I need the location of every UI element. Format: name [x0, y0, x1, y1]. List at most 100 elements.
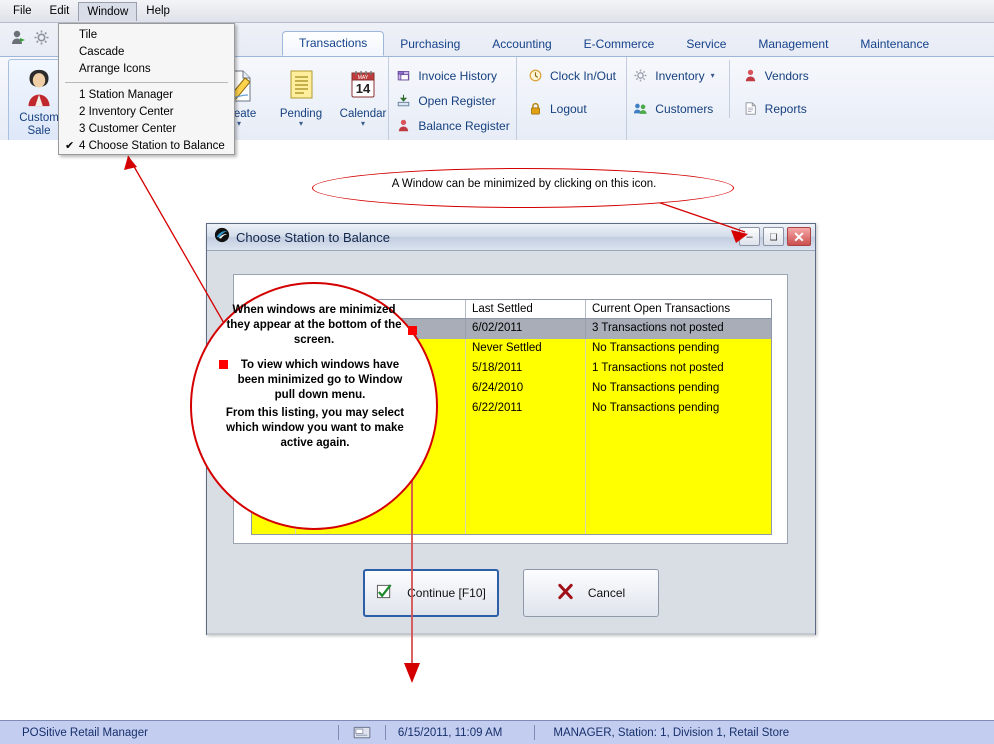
history-icon: [395, 67, 412, 84]
close-icon: ✕: [793, 228, 805, 245]
inventory-button[interactable]: Inventory ▾: [628, 66, 718, 85]
statusbar-separator-2: [384, 725, 386, 740]
continue-label: Continue [F10]: [407, 586, 486, 600]
cancel-button[interactable]: Cancel: [523, 569, 659, 617]
dialog-bottom-bar: [207, 633, 815, 635]
cell-open: No Transactions pending: [592, 402, 720, 414]
cell-last-settled: 5/18/2011: [466, 359, 586, 379]
user-icon[interactable]: [10, 29, 27, 46]
open-register-icon: [395, 92, 412, 109]
statusbar-separator-1: [337, 725, 339, 740]
invoice-history-label: Invoice History: [418, 68, 498, 83]
app-root: File Edit Window Help Transactions Purch…: [0, 0, 994, 744]
tab-ecommerce[interactable]: E-Commerce: [568, 33, 671, 56]
yellow-note-icon: [282, 64, 320, 108]
statusbar: POSitive Retail Manager 6/15/2011, 11:09…: [0, 720, 994, 744]
pending-button[interactable]: Pending ▾: [272, 60, 330, 128]
vendors-button[interactable]: Vendors: [738, 66, 813, 85]
calendar-button[interactable]: MAY 14 Calendar ▾: [334, 60, 392, 128]
inventory-caret[interactable]: ▾: [711, 71, 715, 79]
calendar-caret[interactable]: ▾: [361, 120, 365, 128]
logout-button[interactable]: Logout: [523, 99, 620, 118]
svg-text:14: 14: [356, 81, 371, 96]
annotation-bullet-square-right: [408, 326, 417, 335]
clock-in-out-button[interactable]: Clock In/Out: [523, 66, 620, 85]
customers-label: Customers: [655, 101, 714, 116]
menu-edit[interactable]: Edit: [41, 1, 79, 21]
taskbar: Station M... ❐ □ ✕ Invent... ❐ □ ✕: [0, 679, 994, 720]
menu-item-station-manager[interactable]: 1 Station Manager: [59, 87, 234, 104]
tab-transactions[interactable]: Transactions: [282, 31, 385, 56]
maximize-button[interactable]: ❑: [763, 227, 784, 246]
annotation-ellipse-text: A Window can be minimized by clicking on…: [391, 178, 657, 190]
balance-register-label: Balance Register: [418, 118, 510, 133]
reports-label: Reports: [764, 101, 807, 116]
annotation-circle-text-2: To view which windows have been minimize…: [237, 359, 403, 401]
window-dropdown-menu: Tile Cascade Arrange Icons 1 Station Man…: [58, 23, 235, 155]
menu-file[interactable]: File: [4, 1, 41, 21]
monitor-icon[interactable]: [353, 726, 371, 740]
filler-2: [466, 419, 586, 534]
close-button[interactable]: ✕: [787, 227, 811, 246]
customer-sale-label-1: Custom: [19, 112, 59, 124]
grid-col-open-transactions[interactable]: Current Open Transactions: [586, 300, 771, 318]
menu-item-choose-station-to-balance[interactable]: ✔ 4 Choose Station to Balance: [59, 138, 234, 155]
menu-window[interactable]: Window: [78, 1, 138, 21]
menu-item-customer-center[interactable]: 3 Customer Center: [59, 121, 234, 138]
report-icon: [742, 100, 759, 117]
tab-service[interactable]: Service: [670, 33, 742, 56]
balance-register-icon: [395, 117, 412, 134]
tab-accounting[interactable]: Accounting: [476, 33, 567, 56]
annotation-circle-text-3: From this listing, you may select which …: [225, 407, 405, 449]
customers-button[interactable]: Customers: [628, 99, 718, 118]
create-caret[interactable]: ▾: [237, 120, 241, 128]
checkbox-check-icon: [376, 583, 393, 603]
menu-item-inventory-center[interactable]: 2 Inventory Center: [59, 104, 234, 121]
invoice-history-button[interactable]: Invoice History: [391, 66, 513, 85]
grid-col-last-settled[interactable]: Last Settled: [466, 300, 586, 318]
cancel-label: Cancel: [587, 586, 626, 600]
minimize-button[interactable]: –: [739, 227, 760, 246]
pending-caret[interactable]: ▾: [299, 120, 303, 128]
reports-button[interactable]: Reports: [738, 99, 813, 118]
dialog-titlebar[interactable]: Choose Station to Balance – ❑ ✕: [207, 224, 815, 251]
statusbar-datetime: 6/15/2011, 11:09 AM: [397, 726, 503, 739]
cell-open: 1 Transactions not posted: [592, 362, 724, 374]
inventory-label: Inventory: [655, 68, 705, 83]
customer-sale-label-2: Sale: [27, 125, 51, 137]
menu-item-cascade[interactable]: Cascade: [59, 44, 234, 61]
ribbon-tabs: Transactions Purchasing Accounting E-Com…: [282, 31, 945, 56]
calendar-icon: MAY 14: [344, 64, 382, 108]
menu-help[interactable]: Help: [137, 1, 179, 21]
tab-purchasing[interactable]: Purchasing: [384, 33, 476, 56]
tab-maintenance[interactable]: Maintenance: [844, 33, 945, 56]
menubar: File Edit Window Help: [0, 0, 994, 23]
customer-avatar-icon: [16, 66, 62, 112]
cell-last-settled: 6/24/2010: [466, 379, 586, 399]
annotation-bullet-square-left: [219, 360, 228, 369]
vendor-icon: [742, 67, 759, 84]
logout-label: Logout: [549, 101, 587, 116]
checkmark-icon: ✔: [65, 140, 75, 152]
clock-icon: [527, 67, 544, 84]
menu-item-arrange-icons[interactable]: Arrange Icons: [59, 61, 234, 78]
positive-swoosh-icon: [214, 227, 230, 248]
open-register-label: Open Register: [418, 93, 496, 108]
cell-last-settled: 6/22/2011: [466, 399, 586, 419]
tab-management[interactable]: Management: [742, 33, 844, 56]
vendors-label: Vendors: [764, 68, 809, 83]
statusbar-app-name: POSitive Retail Manager: [22, 726, 148, 739]
cell-last-settled: 6/02/2011: [466, 319, 586, 339]
cell-open: 3 Transactions not posted: [592, 322, 724, 334]
open-register-button[interactable]: Open Register: [391, 91, 513, 110]
menu-item-tile[interactable]: Tile: [59, 27, 234, 44]
cell-last-settled: Never Settled: [466, 339, 586, 359]
continue-button[interactable]: Continue [F10]: [363, 569, 499, 617]
gear-icon[interactable]: [33, 29, 50, 46]
dialog-title: Choose Station to Balance: [236, 229, 390, 245]
statusbar-separator-3: [534, 725, 536, 740]
lock-icon: [527, 100, 544, 117]
customers-icon: [632, 100, 649, 117]
cell-open: No Transactions pending: [592, 342, 720, 354]
balance-register-button[interactable]: Balance Register: [391, 116, 513, 135]
